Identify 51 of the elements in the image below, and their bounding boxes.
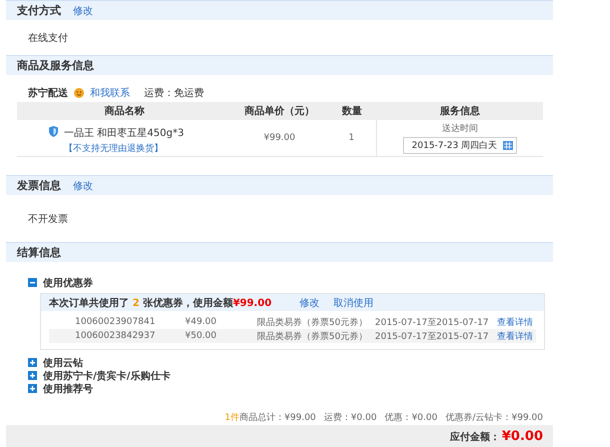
payment-method: 在线支付 bbox=[28, 32, 68, 44]
coupon-amount: ¥49.00 bbox=[185, 317, 218, 327]
coupon-validity: 2015-07-17至2015-07-17 bbox=[375, 330, 490, 342]
payable-label: 应付金额： bbox=[450, 430, 500, 444]
coupon-summary: 本次订单共使用了 2 张优惠券，使用金额¥99.00 bbox=[49, 296, 272, 310]
coupon-type: 限品类易券（券票50元券） bbox=[257, 330, 368, 342]
calendar-icon[interactable] bbox=[503, 141, 514, 150]
option-label[interactable]: 使用优惠券 bbox=[43, 276, 93, 290]
total-item: 优惠：¥0.00 bbox=[384, 412, 438, 424]
edit-link[interactable]: 修改 bbox=[73, 4, 93, 18]
edit-link[interactable]: 修改 bbox=[73, 178, 93, 192]
payable-amount: ¥0.00 bbox=[502, 429, 543, 444]
option-label[interactable]: 使用推荐号 bbox=[43, 382, 93, 396]
section-title: 发票信息 bbox=[17, 178, 61, 193]
shield-icon bbox=[49, 126, 58, 137]
collapse-icon[interactable] bbox=[28, 278, 37, 287]
details-link[interactable]: 查看详情 bbox=[497, 330, 536, 342]
coupon-type: 限品类易券（券票50元券） bbox=[257, 316, 368, 328]
smiley-icon bbox=[74, 88, 84, 98]
column-header: 数量 bbox=[340, 104, 363, 119]
column-header: 商品名称 bbox=[104, 104, 146, 119]
details-link[interactable]: 查看详情 bbox=[497, 316, 536, 328]
coupon-code: 10060023842937 bbox=[75, 331, 156, 341]
total-item: 1件商品总计：¥99.00 bbox=[224, 412, 316, 424]
coupon-code: 10060023907841 bbox=[75, 317, 156, 327]
coupon-validity: 2015-07-17至2015-07-17 bbox=[375, 316, 490, 328]
cancel-link[interactable]: 取消使用 bbox=[334, 296, 374, 310]
contact-link[interactable]: 和我联系 bbox=[90, 86, 130, 100]
service-label: 送达时间 bbox=[442, 122, 478, 135]
total-item: 运费：¥0.00 bbox=[324, 412, 377, 424]
coupon-amount: ¥50.00 bbox=[185, 331, 218, 341]
section-title: 商品及服务信息 bbox=[17, 58, 94, 73]
expand-icon[interactable] bbox=[28, 371, 37, 380]
unit-price: ¥99.00 bbox=[264, 133, 296, 143]
freight-text: 运费：免运费 bbox=[144, 86, 204, 100]
delivery-date-picker[interactable]: 2015-7-23 周四白天 bbox=[402, 137, 518, 154]
option-label[interactable]: 使用苏宁卡/贵宾卡/乐购仕卡 bbox=[43, 368, 170, 382]
expand-icon[interactable] bbox=[28, 384, 37, 393]
return-policy-link[interactable]: 【不支持无理由退换货】 bbox=[64, 142, 163, 155]
product-name[interactable]: 一品王 和田枣五星450g*3 bbox=[64, 126, 184, 140]
option-label[interactable]: 使用云钻 bbox=[43, 356, 83, 370]
shipper-label: 苏宁配送 bbox=[28, 86, 68, 100]
quantity: 1 bbox=[348, 133, 354, 143]
total-item: 优惠券/云钻卡：¥99.00 bbox=[445, 412, 543, 424]
expand-icon[interactable] bbox=[28, 358, 37, 367]
invoice-choice: 不开发票 bbox=[28, 212, 68, 226]
edit-link[interactable]: 修改 bbox=[300, 296, 320, 310]
column-header: 商品单价（元） bbox=[244, 104, 316, 119]
section-title: 支付方式 bbox=[17, 3, 61, 18]
column-header: 服务信息 bbox=[438, 104, 481, 119]
section-title: 结算信息 bbox=[17, 245, 61, 260]
